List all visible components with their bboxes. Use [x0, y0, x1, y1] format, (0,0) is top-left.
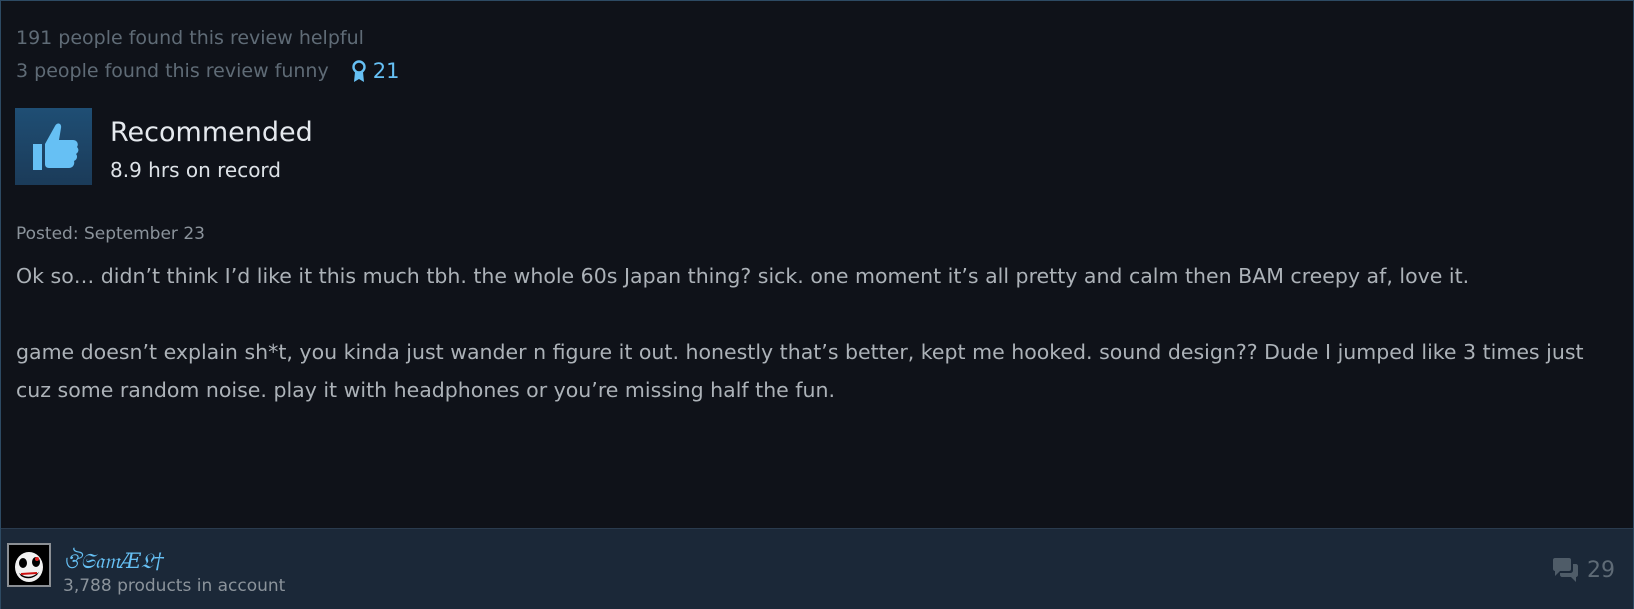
helpful-text: 191 people found this review helpful — [16, 27, 364, 49]
comments-link[interactable]: 29 — [1551, 557, 1615, 583]
award-count: 21 — [372, 59, 400, 83]
author-name[interactable]: ঔ𝔖𝔞𝔪Æ𝔏† — [63, 545, 164, 580]
author-footer: ঔ𝔖𝔞𝔪Æ𝔏† 3,788 products in account 29 — [1, 528, 1633, 609]
avatar[interactable] — [7, 543, 51, 587]
comment-count: 29 — [1587, 557, 1615, 583]
thumbs-up-icon[interactable] — [15, 108, 92, 185]
review-paragraph: Ok so… didn’t think I’d like it this muc… — [16, 264, 1470, 288]
funny-row: 3 people found this review funny 21 — [16, 55, 399, 88]
thumbs-up-icon-graphic — [32, 123, 78, 170]
helpful-count: 191 people found this review helpful — [16, 22, 399, 55]
award-badge[interactable]: 21 — [351, 55, 400, 88]
comment-bubble-icon — [1553, 558, 1578, 582]
review-body: Ok so… didn’t think I’d like it this muc… — [16, 257, 1616, 447]
funny-text: 3 people found this review funny — [16, 60, 329, 82]
posted-date: Posted: September 23 — [16, 224, 205, 244]
award-ribbon-icon — [352, 59, 366, 82]
author-products: 3,788 products in account — [63, 576, 286, 596]
avatar-image — [9, 545, 49, 585]
hours-on-record: 8.9 hrs on record — [110, 158, 281, 182]
review-card: 191 people found this review helpful 3 p… — [0, 0, 1634, 609]
verdict-title[interactable]: Recommended — [110, 117, 313, 148]
review-paragraph: game doesn’t explain sh*t, you kinda jus… — [16, 340, 1584, 402]
review-votes: 191 people found this review helpful 3 p… — [16, 22, 399, 88]
